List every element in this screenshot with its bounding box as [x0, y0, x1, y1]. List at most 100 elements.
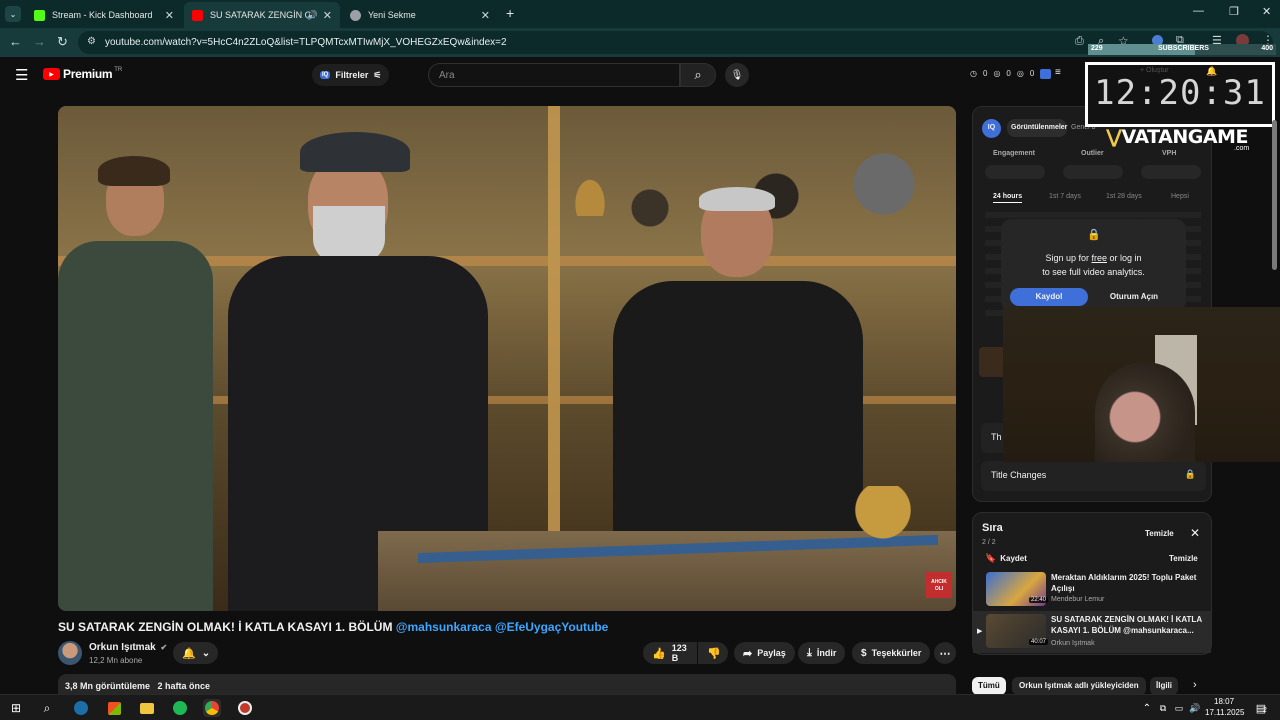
- speaker-icon[interactable]: 🔊: [1186, 699, 1204, 717]
- windows-start-icon[interactable]: ⊞: [7, 699, 25, 717]
- iq-extension-icon[interactable]: [1040, 69, 1051, 79]
- search-icon[interactable]: ⌕: [38, 699, 56, 717]
- spotify-icon[interactable]: [171, 699, 189, 717]
- chrome-icon[interactable]: [203, 699, 221, 717]
- search-input[interactable]: Ara: [428, 63, 680, 87]
- share-button[interactable]: ➦ Paylaş: [734, 642, 795, 664]
- voice-search-button[interactable]: 🎙: [725, 63, 749, 87]
- title-changes-row[interactable]: Title Changes 🔒: [981, 461, 1206, 491]
- subs-current: 229: [1091, 45, 1103, 52]
- metric-blur-1: [985, 165, 1045, 179]
- back-icon[interactable]: ←: [9, 34, 22, 49]
- file-explorer-icon[interactable]: [138, 699, 156, 717]
- hamburger-menu-icon[interactable]: ☰: [15, 66, 28, 84]
- thanks-button[interactable]: $ Teşekkürler: [852, 642, 931, 664]
- service-bell: [848, 486, 918, 546]
- range-24h[interactable]: 24 hours: [993, 193, 1023, 203]
- vatangame-v-icon: ⋁: [1106, 126, 1122, 148]
- metric-label-vph: VPH: [1162, 150, 1177, 157]
- video-title-mentions[interactable]: @mahsunkaraca @EfeUygaçYoutube: [396, 620, 609, 634]
- browser-tab-strip: ⌄ Stream - Kick Dashboard ✕ SU SATARAK Z…: [0, 0, 1280, 28]
- thanks-icon: $: [861, 647, 867, 659]
- thumbnail-label: Th: [991, 432, 1002, 442]
- search-button[interactable]: ⌕: [680, 63, 716, 87]
- kick-icon: [34, 9, 45, 21]
- notification-count: 2: [1263, 707, 1267, 714]
- tab-search-button[interactable]: ⌄: [5, 6, 21, 22]
- url-text[interactable]: youtube.com/watch?v=5HcC4n2ZLoQ&list=TLP…: [105, 37, 507, 48]
- counter-value: 0: [1006, 69, 1011, 78]
- login-button[interactable]: Oturum Açın: [1094, 288, 1174, 306]
- signup-free-link[interactable]: free: [1091, 253, 1107, 263]
- video-player[interactable]: AHCIK OLI: [58, 106, 956, 611]
- range-all[interactable]: Hepsi: [1171, 193, 1189, 200]
- more-icon: ⋯: [939, 647, 951, 660]
- clock-time[interactable]: 18:07: [1214, 697, 1234, 706]
- minimize-button[interactable]: —: [1193, 5, 1204, 17]
- page-scrollbar[interactable]: [1272, 120, 1277, 270]
- youtube-icon: [192, 9, 203, 21]
- range-7d[interactable]: 1st 7 days: [1049, 193, 1081, 200]
- duration-badge: 40:07: [1029, 639, 1049, 645]
- signup-card: 🔒 Sign up for free or log in to see full…: [1001, 219, 1186, 311]
- logo-region: TR: [114, 67, 123, 73]
- notification-bell-button[interactable]: 🔔 ⌄: [173, 642, 218, 664]
- video-overlay-logo: AHCIK OLI: [926, 572, 952, 598]
- notification-icon[interactable]: ▤: [1252, 699, 1270, 717]
- queue-panel: Sıra 2 / 2 Temizle ✕ 🔖 Kaydet Temizle 22:…: [972, 512, 1212, 655]
- description-box[interactable]: 3,8 Mn görüntüleme 2 hafta önce: [58, 674, 956, 696]
- download-icon: ⤓: [807, 646, 812, 659]
- speaker-icon[interactable]: 🔊: [307, 10, 318, 21]
- save-playlist-button[interactable]: 🔖 Kaydet: [985, 553, 1027, 564]
- queue-icon[interactable]: ≡: [1055, 67, 1061, 78]
- close-icon[interactable]: ✕: [165, 9, 174, 22]
- tab-kick-dashboard[interactable]: Stream - Kick Dashboard ✕: [26, 2, 182, 28]
- install-icon[interactable]: ⎙: [1075, 35, 1084, 48]
- queue-clear-top-button[interactable]: Temizle: [1145, 529, 1174, 538]
- restore-button[interactable]: ❐: [1229, 5, 1239, 18]
- brand-suffix: .com: [1234, 145, 1250, 152]
- reload-icon[interactable]: ↻: [57, 34, 68, 50]
- tab-new-tab[interactable]: Yeni Sekme ✕: [342, 2, 498, 28]
- forward-icon[interactable]: →: [33, 34, 46, 49]
- download-button[interactable]: ⤓ İndir: [798, 642, 846, 664]
- video-title-main: SU SATARAK ZENGİN OLMAK! İ KATLA KASAYI …: [58, 620, 396, 634]
- chip-related[interactable]: İlgili: [1150, 677, 1178, 695]
- chip-all[interactable]: Tümü: [972, 677, 1006, 695]
- like-button[interactable]: 👍 123 B: [643, 642, 697, 664]
- youtube-premium-logo[interactable]: ▶ Premium TR: [43, 67, 122, 81]
- close-icon[interactable]: ✕: [1190, 526, 1200, 540]
- new-tab-button[interactable]: +: [506, 5, 514, 21]
- range-28d[interactable]: 1st 28 days: [1106, 193, 1142, 200]
- channel-avatar[interactable]: [58, 641, 82, 665]
- app-icon[interactable]: [236, 699, 254, 717]
- steam-icon[interactable]: [72, 699, 90, 717]
- subs-goal: 400: [1261, 45, 1273, 52]
- channel-name[interactable]: Orkun Işıtmak: [89, 642, 156, 653]
- dislike-button[interactable]: 👎: [698, 642, 728, 664]
- queue-item-current[interactable]: ▶ 40:07 SU SATARAK ZENGİN OLMAK! İ KATLA…: [973, 611, 1211, 653]
- chevron-right-icon[interactable]: ›: [1193, 679, 1197, 691]
- view-count: 3,8 Mn görüntüleme: [65, 681, 151, 691]
- person-left: [58, 156, 218, 611]
- tab-youtube-video[interactable]: SU SATARAK ZENGİN OLM... 🔊 ✕: [184, 2, 340, 28]
- filters-button[interactable]: IQ Filtreler ⚟: [312, 64, 390, 86]
- channel-name-row[interactable]: Orkun Işıtmak ✔: [89, 642, 167, 653]
- queue-item-channel: Mendebur Lemur: [1051, 596, 1105, 603]
- counter-value: 0: [982, 69, 988, 78]
- close-window-button[interactable]: ✕: [1262, 5, 1271, 18]
- clock-date[interactable]: 17.11.2025: [1205, 708, 1244, 717]
- close-icon[interactable]: ✕: [323, 9, 332, 22]
- store-icon[interactable]: [105, 699, 123, 717]
- signup-button[interactable]: Kaydol: [1010, 288, 1088, 306]
- site-info-icon[interactable]: ⚙: [87, 36, 96, 47]
- webcam-person: [1095, 362, 1195, 462]
- iq-badge: IQ: [320, 71, 331, 79]
- more-actions-button[interactable]: ⋯: [934, 642, 956, 664]
- close-icon[interactable]: ✕: [481, 9, 490, 22]
- queue-item[interactable]: 22:40 Meraktan Aldıklarım 2025! Toplu Pa…: [973, 569, 1211, 609]
- stream-clock-overlay: 12:20:31 + Oluştur 🔔: [1085, 62, 1275, 127]
- duration-badge: 22:40: [1029, 597, 1049, 603]
- chip-uploader[interactable]: Orkun Işıtmak adlı yükleyiciden: [1012, 677, 1146, 695]
- queue-clear-button[interactable]: Temizle: [1169, 554, 1198, 563]
